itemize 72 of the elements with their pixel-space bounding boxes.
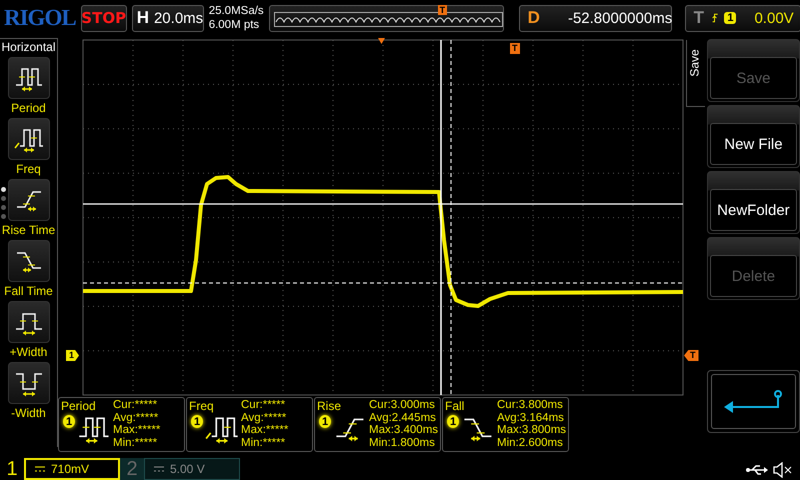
measurement-value: Min:2.600ms: [497, 436, 564, 449]
trigger-level-marker[interactable]: T: [684, 350, 698, 361]
measure-label: Period: [11, 101, 46, 115]
measurement-value: Max:3.400ms: [369, 424, 438, 436]
dc-coupling-icon: [34, 465, 46, 473]
page-dot[interactable]: [1, 196, 6, 201]
source-badge: 1: [447, 415, 460, 428]
trigger-position-marker[interactable]: T: [510, 43, 520, 54]
timebase-value: 20.0ms: [154, 10, 204, 26]
brand-logo: RIGOL: [4, 4, 76, 32]
measure-button[interactable]: [8, 57, 50, 99]
memory-depth: 6.00M pts: [208, 18, 260, 32]
source-badge: 1: [319, 415, 332, 428]
measurement-name: Freq: [189, 399, 215, 413]
run-state-button[interactable]: STOP: [80, 4, 127, 32]
measurement-value: Cur:*****: [241, 399, 286, 412]
measure-button[interactable]: [8, 118, 50, 160]
measure-label: +Width: [10, 345, 48, 359]
measurement-value: Avg:*****: [113, 412, 160, 424]
channel-scale[interactable]: 710mV: [24, 458, 120, 480]
measurement-name: Fall: [445, 399, 466, 413]
delay-value: -52.8000000ms: [568, 10, 672, 26]
trigger-level: 0.00V: [754, 10, 794, 26]
source-badge: 1: [191, 415, 204, 428]
measurement-value: Cur:3.000ms: [369, 399, 436, 412]
measurement-value: Min:*****: [113, 436, 158, 449]
back-button[interactable]: [710, 374, 796, 429]
page-dot[interactable]: [1, 187, 6, 192]
measure-label: Fall Time: [4, 284, 53, 298]
sample-rate: 25.0MSa/s: [208, 4, 264, 18]
measurement-value: Avg:3.164ms: [497, 412, 565, 424]
delay-label: D: [526, 8, 541, 28]
measure-button[interactable]: [8, 179, 50, 221]
measure-button[interactable]: [8, 240, 50, 282]
measure-label: Rise Time: [2, 223, 56, 237]
menu-title: Save: [688, 49, 702, 77]
measure-button[interactable]: [8, 301, 50, 343]
menu-title: Horizontal: [1, 40, 56, 54]
measure-label: -Width: [11, 406, 46, 420]
measure-label: Freq: [16, 162, 41, 176]
rising-edge-icon: [712, 11, 718, 25]
cursor-line[interactable]: [83, 203, 683, 205]
measurement-value: Min:1.800ms: [369, 436, 436, 449]
measure-button[interactable]: [8, 362, 50, 404]
cursor-line[interactable]: [82, 282, 684, 284]
dc-coupling-icon: [153, 465, 165, 473]
center-marker-icon: [378, 38, 385, 44]
channel-marker[interactable]: 1: [66, 350, 80, 361]
menu-button[interactable]: New File: [710, 123, 797, 165]
measurement-name: Period: [61, 399, 97, 413]
measurement-value: Max:*****: [113, 424, 160, 436]
page-dot[interactable]: [1, 214, 6, 219]
usb-icon: [746, 464, 768, 476]
measurement-value: Avg:*****: [241, 412, 288, 424]
trigger-source: 1: [724, 12, 736, 24]
measurement-value: Cur:3.800ms: [497, 399, 564, 412]
trigger-marker: T: [438, 4, 448, 14]
return-arrow-icon: [722, 388, 784, 414]
measurement-value: Min:*****: [241, 436, 286, 449]
measurement-value: Max:3.800ms: [497, 424, 566, 436]
mute-icon: [772, 462, 792, 478]
source-badge: 1: [63, 415, 76, 428]
measurement-value: Max:*****: [241, 424, 288, 436]
menu-button[interactable]: NewFolder: [710, 189, 797, 231]
measurement-value: Avg:2.445ms: [369, 412, 437, 424]
measurement-name: Rise: [317, 399, 342, 413]
channel-scale[interactable]: 5.00 V: [144, 458, 240, 480]
cursor-line[interactable]: [450, 40, 452, 396]
timebase-label: H: [136, 8, 150, 28]
page-dot[interactable]: [1, 205, 6, 210]
measurement-value: Cur:*****: [113, 399, 158, 412]
trigger-label: T: [692, 8, 706, 28]
